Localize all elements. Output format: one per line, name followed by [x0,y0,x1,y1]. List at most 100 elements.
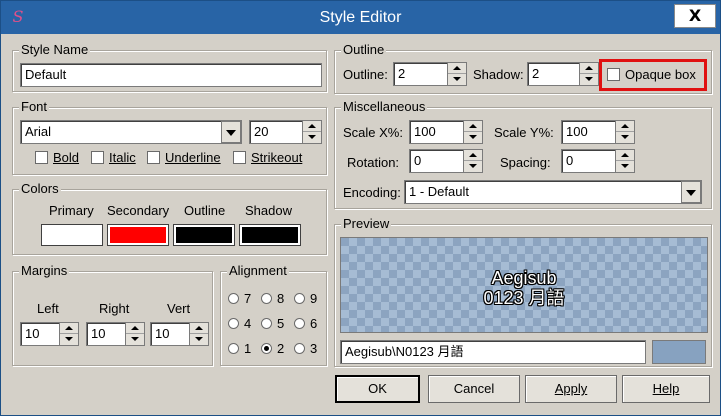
alignment-radio-label: 4 [244,316,252,331]
alignment-radio-label: 9 [310,291,318,306]
underline-label: Underline [165,150,221,165]
alignment-radio-label: 5 [277,316,285,331]
font-face-select[interactable]: Arial [20,120,242,144]
rotation-spinner[interactable] [463,149,483,173]
scale-x-spinner[interactable] [463,120,483,144]
shadow-depth-label: Shadow: [473,67,524,82]
spin-up-icon[interactable] [464,150,482,161]
spin-up-icon[interactable] [464,121,482,132]
shadow-color-swatch[interactable] [239,224,301,246]
font-group-label: Font [19,99,50,115]
spin-up-icon[interactable] [303,121,321,132]
spin-down-icon[interactable] [616,161,634,172]
margin-right-spinner[interactable] [125,322,145,346]
font-face-dropdown-icon[interactable] [221,121,241,143]
margin-vert-spinner[interactable] [189,322,209,346]
alignment-radio-6[interactable] [294,318,305,329]
shadow-depth-spinner[interactable] [579,62,599,86]
spacing-spinner[interactable] [615,149,635,173]
font-size-spinner[interactable] [302,120,322,144]
ok-button[interactable]: OK [335,375,420,403]
encoding-label: Encoding: [343,185,401,200]
font-size-input[interactable]: 20 [249,120,303,144]
alignment-radio-4[interactable] [228,318,239,329]
spacing-input[interactable]: 0 [561,149,616,173]
spin-up-icon[interactable] [126,323,144,334]
preview-line-2: 0123 月語 [483,288,565,308]
spin-up-icon[interactable] [580,63,598,74]
margins-group: Margins [12,263,213,366]
alignment-radio-2[interactable] [261,343,272,354]
spin-up-icon[interactable] [190,323,208,334]
help-button[interactable]: Help [622,375,710,403]
alignment-radio-label: 6 [310,316,318,331]
spin-up-icon[interactable] [616,150,634,161]
preview-canvas: Aegisub 0123 月語 [340,237,708,333]
spin-down-icon[interactable] [580,74,598,85]
preview-background-color-button[interactable] [652,340,706,364]
margin-left-spinner[interactable] [59,322,79,346]
margin-vert-input[interactable]: 10 [150,322,190,346]
spin-down-icon[interactable] [190,334,208,345]
miscellaneous-group-label: Miscellaneous [341,99,428,115]
alignment-radio-5[interactable] [261,318,272,329]
spin-down-icon[interactable] [60,334,78,345]
spin-down-icon[interactable] [303,132,321,143]
margin-left-label: Left [37,301,59,316]
preview-text-input[interactable]: Aegisub\N0123 月語 [340,340,646,364]
spin-up-icon[interactable] [448,63,466,74]
scale-y-spinner[interactable] [615,120,635,144]
margins-group-label: Margins [19,263,70,279]
outline-color-swatch[interactable] [173,224,235,246]
rotation-input[interactable]: 0 [409,149,464,173]
outline-width-spinner[interactable] [447,62,467,86]
title-bar[interactable]: S Style Editor X [1,1,720,34]
encoding-dropdown-icon[interactable] [681,181,701,203]
scale-y-input[interactable]: 100 [561,120,616,144]
outline-width-input[interactable]: 2 [393,62,448,86]
underline-checkbox[interactable] [147,151,160,164]
cancel-button[interactable]: Cancel [428,375,520,403]
strikeout-label: Strikeout [251,150,303,165]
bold-label: Bold [53,150,80,165]
alignment-radio-7[interactable] [228,293,239,304]
margin-right-label: Right [99,301,130,316]
secondary-color-label: Secondary [107,203,170,218]
alignment-group-label: Alignment [227,263,289,279]
spin-down-icon[interactable] [448,74,466,85]
alignment-radio-label: 2 [277,341,285,356]
alignment-radio-1[interactable] [228,343,239,354]
style-name-input[interactable]: Default [20,63,322,87]
scale-y-label: Scale Y%: [494,125,554,140]
outline-group-label: Outline [341,42,387,58]
spin-up-icon[interactable] [616,121,634,132]
primary-color-swatch[interactable] [41,224,103,246]
colors-group-label: Colors [19,181,61,197]
alignment-radio-9[interactable] [294,293,305,304]
preview-line-1: Aegisub [491,268,557,288]
scale-x-input[interactable]: 100 [409,120,464,144]
spin-down-icon[interactable] [464,132,482,143]
shadow-depth-input[interactable]: 2 [527,62,580,86]
spin-down-icon[interactable] [126,334,144,345]
margin-right-input[interactable]: 10 [86,322,126,346]
scale-x-label: Scale X%: [343,125,403,140]
alignment-radio-8[interactable] [261,293,272,304]
alignment-radio-label: 8 [277,291,285,306]
apply-button[interactable]: Apply [525,375,617,403]
spin-down-icon[interactable] [464,161,482,172]
italic-checkbox[interactable] [91,151,104,164]
strikeout-checkbox[interactable] [233,151,246,164]
encoding-select[interactable]: 1 - Default [404,180,702,204]
close-button[interactable]: X [674,4,716,28]
bold-checkbox[interactable] [35,151,48,164]
shadow-color-label: Shadow [245,203,292,218]
spin-up-icon[interactable] [60,323,78,334]
window-title: Style Editor [319,9,402,26]
rotation-label: Rotation: [347,155,400,170]
alignment-radio-3[interactable] [294,343,305,354]
alignment-radio-label: 1 [244,341,252,356]
margin-left-input[interactable]: 10 [20,322,60,346]
spin-down-icon[interactable] [616,132,634,143]
secondary-color-swatch[interactable] [107,224,169,246]
